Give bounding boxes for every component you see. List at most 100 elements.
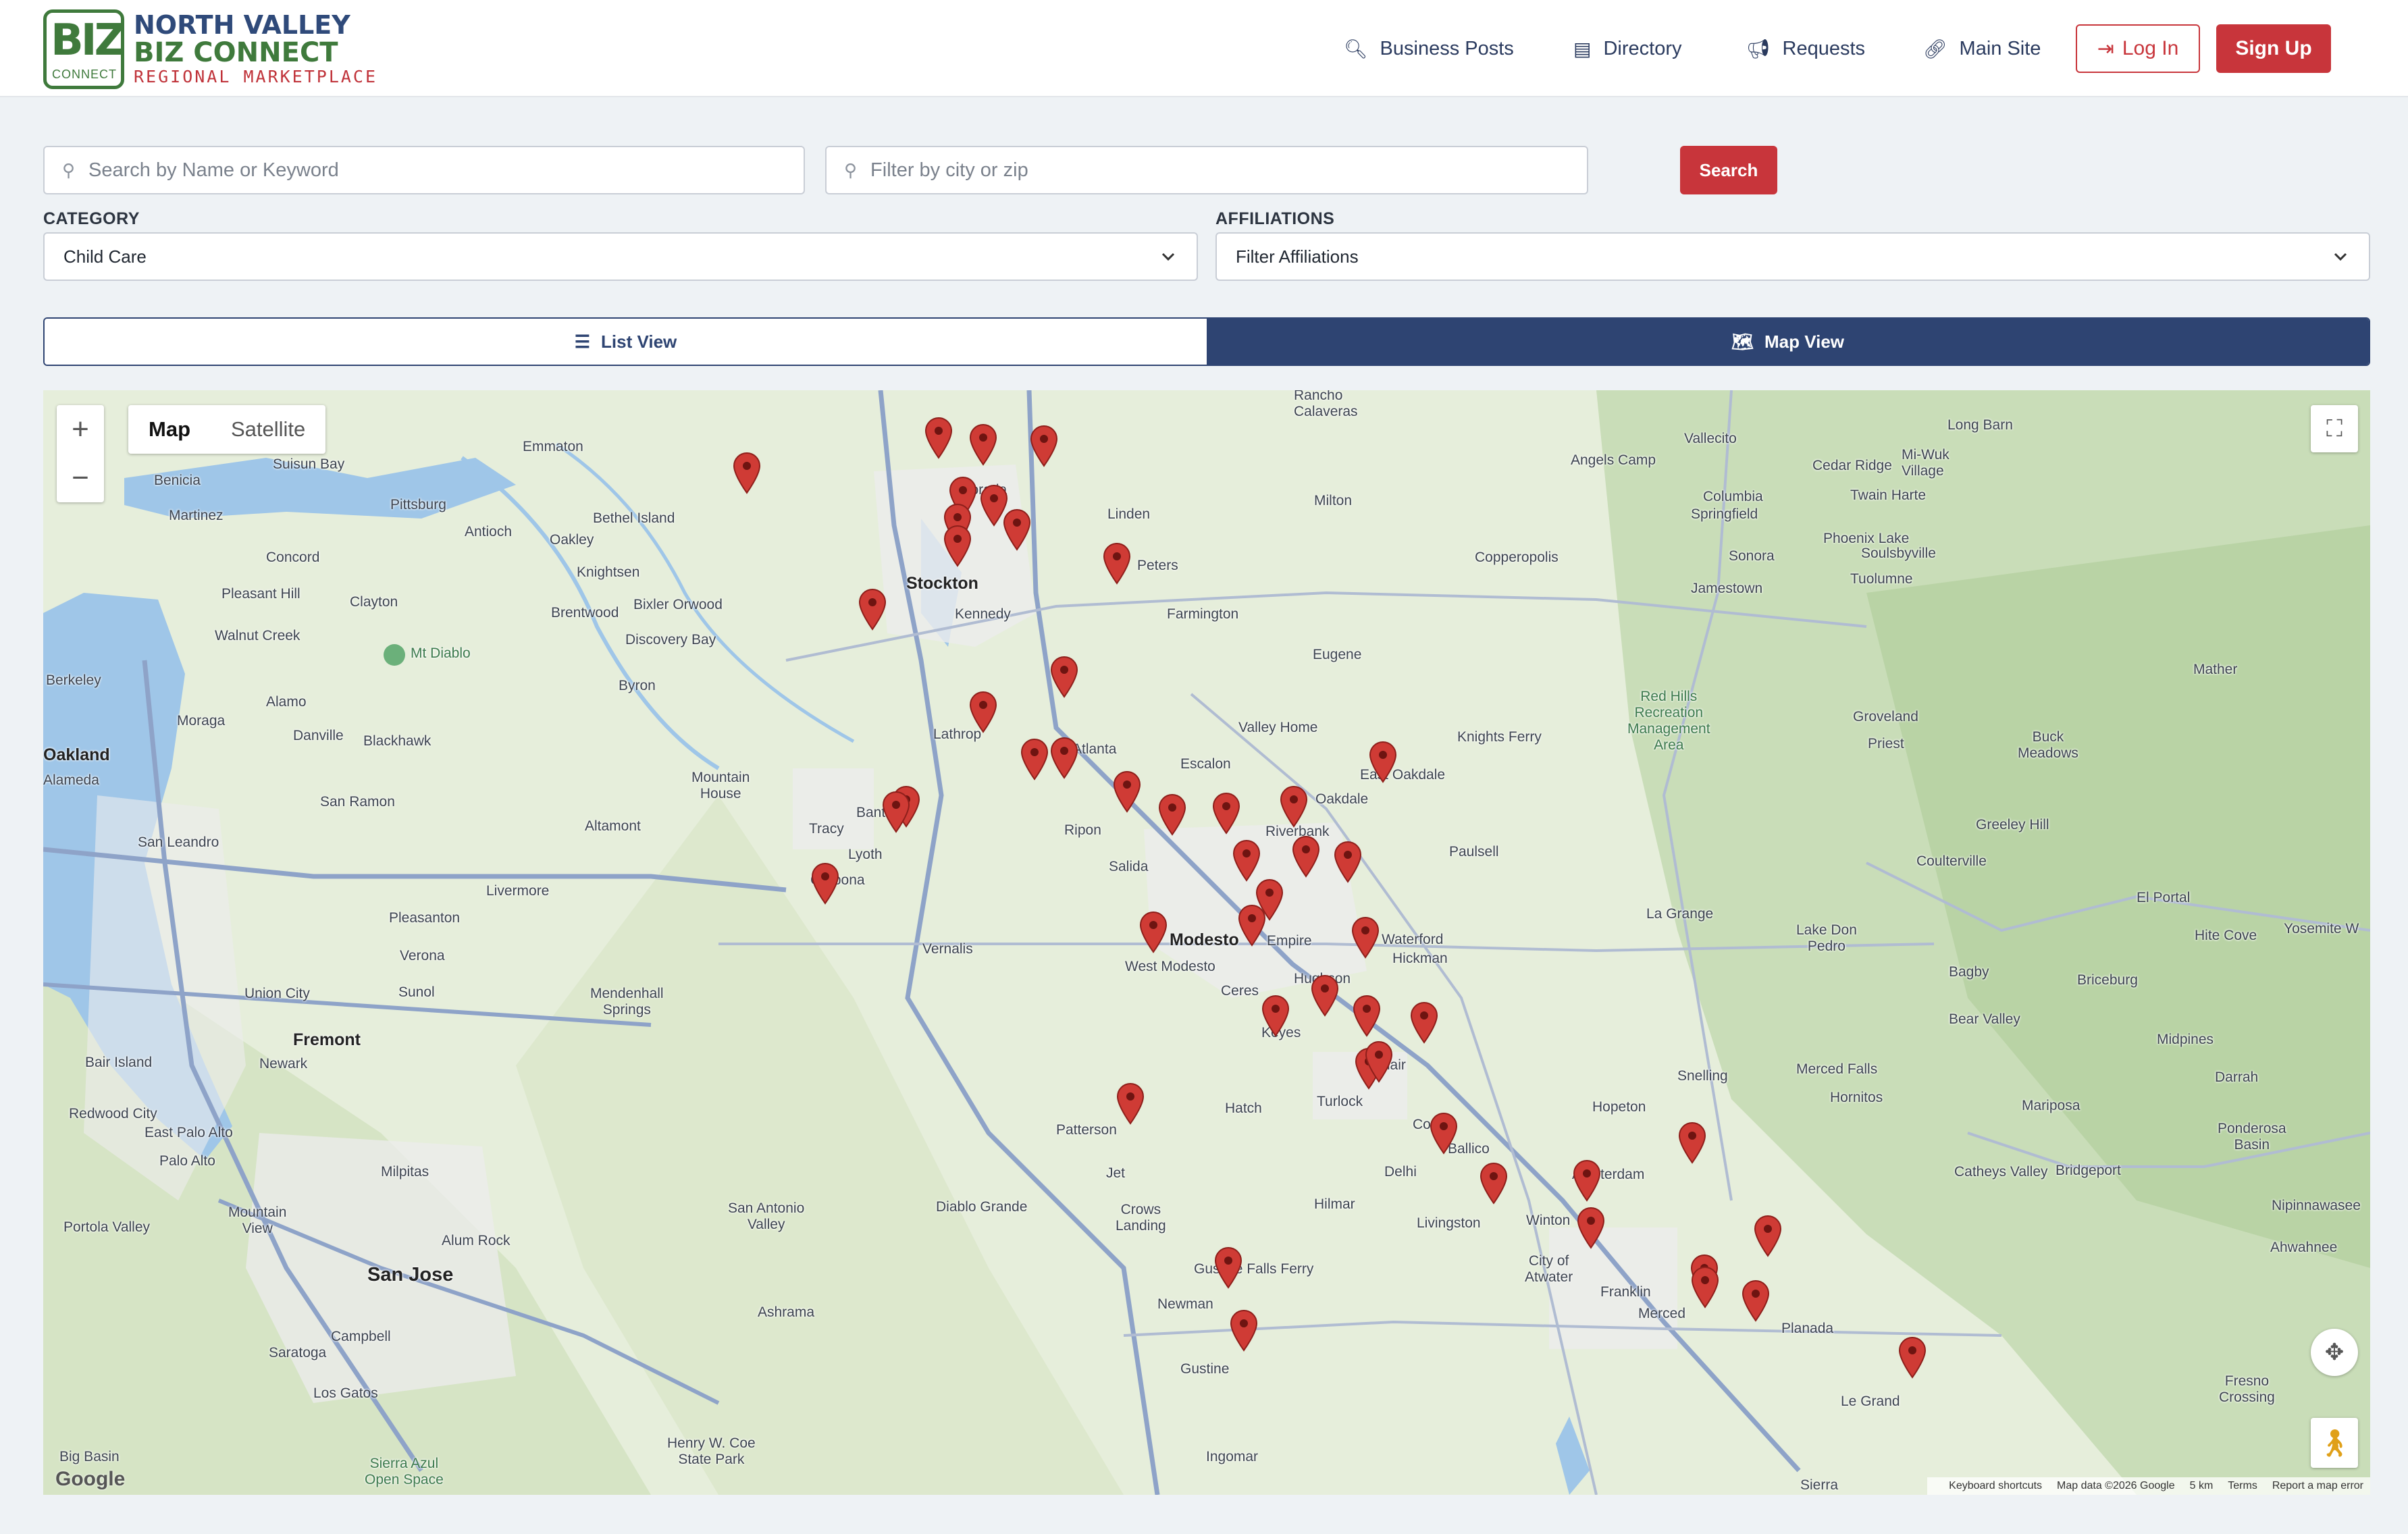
map-marker[interactable] <box>1309 974 1340 1017</box>
map-place-label: Greeley Hill <box>1976 817 2049 832</box>
map-marker[interactable] <box>1028 424 1059 467</box>
nav-requests[interactable]: 📢︎ Requests <box>1746 24 1865 73</box>
map-marker-icon <box>1678 1122 1706 1164</box>
map-marker-icon <box>1742 1280 1770 1322</box>
map-marker[interactable] <box>1290 835 1321 878</box>
keyword-search-input[interactable]: ⚲ Search by Name or Keyword <box>43 146 805 194</box>
logo-badge-text: BIZ <box>51 16 126 65</box>
map-marker[interactable] <box>1001 508 1032 551</box>
map-marker[interactable] <box>1236 903 1267 947</box>
map-marker[interactable] <box>1211 791 1242 835</box>
map-marker-icon <box>1430 1113 1458 1155</box>
map-marker[interactable] <box>1332 840 1363 883</box>
map-place-label: Milton <box>1314 493 1353 508</box>
map-place-label: Angels Camp <box>1571 452 1656 468</box>
fullscreen-button[interactable]: ⛶ <box>2311 405 2358 452</box>
signup-button[interactable]: Sign Up <box>2216 24 2331 73</box>
zoom-in-button[interactable]: + <box>57 405 104 454</box>
map-marker-icon <box>1116 1083 1145 1125</box>
map-marker-icon <box>1351 917 1380 959</box>
map-view-button[interactable]: 🗺︎ Map View <box>1207 319 2369 365</box>
map-type-map-button[interactable]: Map <box>128 405 211 454</box>
map-place-label: Jet <box>1106 1165 1126 1181</box>
terms-link[interactable]: Terms <box>2228 1480 2257 1492</box>
affiliations-select[interactable]: Filter Affiliations <box>1215 232 2370 281</box>
map-marker[interactable] <box>942 524 973 567</box>
map-place-label: Palo Alto <box>159 1153 215 1169</box>
site-logo[interactable]: BIZ CONNECT NORTH VALLEY BIZ CONNECT REG… <box>43 9 377 89</box>
map-marker[interactable] <box>1367 740 1398 783</box>
map-marker[interactable] <box>1351 994 1382 1037</box>
login-button[interactable]: ⇥ Log In <box>2076 24 2200 73</box>
street-view-pegman[interactable]: 🚶︎ <box>2311 1418 2358 1468</box>
zoom-out-button[interactable]: − <box>57 454 104 502</box>
map-marker[interactable] <box>968 423 999 466</box>
logo-line3: REGIONAL MARKETPLACE <box>134 67 378 86</box>
map-marker[interactable] <box>1213 1246 1244 1289</box>
map-marker[interactable] <box>1111 770 1143 813</box>
map-place-label: Cedar Ridge <box>1812 458 1892 473</box>
map-marker-icon <box>969 424 997 466</box>
map-place-label: Copperopolis <box>1475 550 1559 565</box>
map-marker-icon <box>1103 543 1131 585</box>
camera-control-button[interactable]: ✥ <box>2311 1329 2358 1376</box>
search-button[interactable]: Search <box>1680 146 1777 194</box>
zoom-control: + − <box>57 405 104 502</box>
map-type-satellite-button[interactable]: Satellite <box>211 405 325 454</box>
map-place-label: Moraga <box>177 713 226 729</box>
map-marker-icon <box>1480 1163 1508 1205</box>
map-place-label: Mariposa <box>2022 1098 2080 1113</box>
map-marker[interactable] <box>1049 736 1080 779</box>
map-marker-icon <box>969 691 997 733</box>
map-marker[interactable] <box>1019 737 1050 781</box>
map-place-label: Patterson <box>1056 1122 1117 1138</box>
map-marker[interactable] <box>1690 1265 1721 1308</box>
map-marker[interactable] <box>1428 1111 1459 1155</box>
map-scale[interactable]: 5 km <box>2190 1480 2214 1492</box>
map-marker[interactable] <box>1575 1206 1606 1249</box>
map-marker[interactable] <box>1571 1159 1602 1202</box>
map-marker[interactable] <box>1115 1082 1146 1125</box>
list-view-button[interactable]: ☰ List View <box>45 319 1207 365</box>
map-marker[interactable] <box>1409 1001 1440 1044</box>
map-marker[interactable] <box>1278 785 1309 828</box>
map-marker[interactable] <box>1260 994 1291 1037</box>
map-marker[interactable] <box>1228 1308 1259 1352</box>
map-marker[interactable] <box>810 862 841 905</box>
map-marker[interactable] <box>1752 1214 1783 1257</box>
map-marker[interactable] <box>1138 910 1169 953</box>
category-select[interactable]: Child Care <box>43 232 1198 281</box>
map-marker[interactable] <box>1677 1121 1708 1164</box>
map-marker[interactable] <box>1740 1279 1771 1322</box>
affiliations-label: AFFILIATIONS <box>1215 209 1335 228</box>
map-marker[interactable] <box>881 790 912 833</box>
map-place-label: Planada <box>1781 1321 1834 1336</box>
map-place-label: Mi-Wuk Village <box>1902 447 1949 479</box>
nav-directory[interactable]: ▤ Directory <box>1573 24 1681 73</box>
map-marker[interactable] <box>923 416 954 459</box>
keyboard-shortcuts-link[interactable]: Keyboard shortcuts <box>1949 1480 2042 1492</box>
logo-badge: BIZ CONNECT <box>43 9 126 89</box>
city-zip-filter-input[interactable]: ⚲ Filter by city or zip <box>825 146 1588 194</box>
map-place-label: Gustine Falls Ferry <box>1194 1261 1314 1277</box>
results-map[interactable]: Rancho Calaveras Vallecito Long Barn Emma… <box>43 390 2370 1495</box>
nav-main-site[interactable]: 🔗︎ Main Site <box>1923 24 2041 73</box>
map-marker[interactable] <box>1157 793 1188 836</box>
map-marker[interactable] <box>968 690 999 733</box>
logo-wordmark: NORTH VALLEY BIZ CONNECT REGIONAL MARKET… <box>134 11 377 88</box>
map-marker[interactable] <box>1231 839 1262 882</box>
nav-business-posts[interactable]: 🔍︎ Business Posts <box>1344 24 1514 73</box>
map-marker[interactable] <box>1897 1335 1928 1379</box>
map-marker[interactable] <box>857 587 888 631</box>
report-error-link[interactable]: Report a map error <box>2272 1480 2363 1492</box>
map-marker[interactable] <box>731 451 762 494</box>
map-marker-icon <box>1230 1310 1258 1352</box>
map-place-label: Linden <box>1107 506 1151 522</box>
map-marker[interactable] <box>1101 541 1132 585</box>
map-marker[interactable] <box>1478 1161 1509 1205</box>
map-marker[interactable] <box>1049 655 1080 698</box>
map-marker[interactable] <box>1350 916 1381 959</box>
map-marker[interactable] <box>1363 1040 1394 1083</box>
map-marker-icon <box>1573 1160 1601 1202</box>
map-place-label: Mt Diablo <box>411 645 471 661</box>
